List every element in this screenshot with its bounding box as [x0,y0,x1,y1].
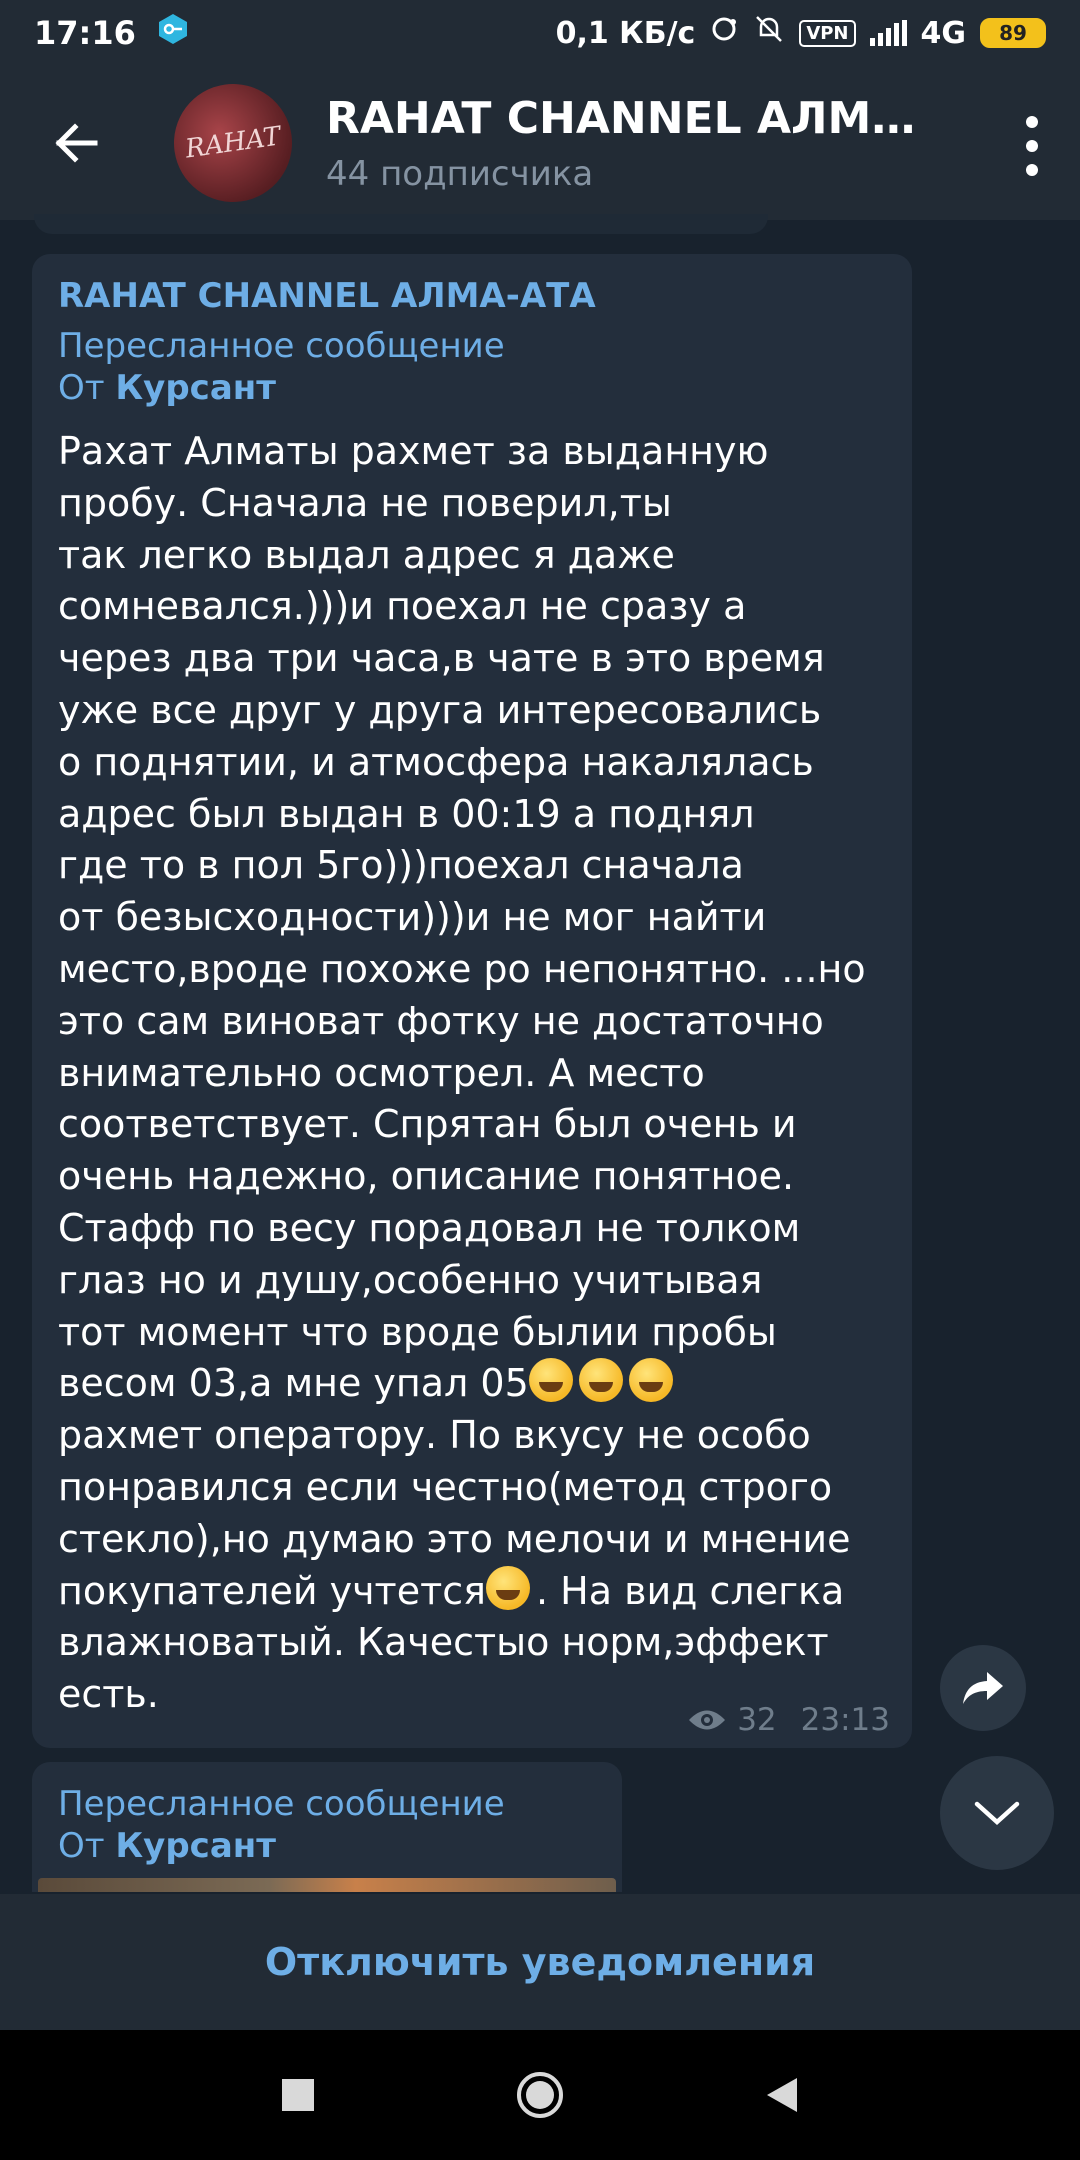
forwarded-label: Пересланное сообщение [58,326,505,366]
grinning-face-icon [578,1358,623,1403]
message-photo[interactable] [38,1878,616,1892]
winking-face-icon [485,1565,530,1610]
chevron-down-icon [974,1801,1020,1826]
channel-avatar[interactable]: RAHAT [166,76,300,210]
message-bubble[interactable]: RAHAT CHANNEL АЛМА-АТА Пересланное сообщ… [32,254,912,1748]
mute-notifications-bar[interactable]: Отключить уведомления [0,1894,1080,2030]
status-bar: 17:16 0,1 КБ/с VPN 4G 89 [0,0,1080,66]
recents-icon[interactable] [281,2078,315,2112]
forwarded-label-2: Пересланное сообщение [58,1784,505,1824]
status-time: 17:16 [34,14,136,52]
view-count: 32 [737,1702,777,1738]
mute-icon [753,13,785,53]
mute-notifications-button[interactable]: Отключить уведомления [265,1940,815,1984]
network-type: 4G [920,15,967,51]
header-info[interactable]: RAHAT CHANNEL АЛМА-... 44 подписчика [326,93,946,194]
share-icon [963,1672,1003,1704]
message-time: 23:13 [800,1702,890,1738]
arrow-left-icon [55,123,98,163]
grinning-face-icon [628,1358,673,1403]
more-menu-button[interactable] [1022,116,1042,176]
system-nav-bar [0,2030,1080,2160]
channel-title: RAHAT CHANNEL АЛМА-... [326,92,946,144]
share-button[interactable] [940,1645,1026,1731]
eye-icon [689,1710,726,1730]
vpn-badge: VPN [799,19,856,47]
message-text: Рахат Алматы рахмет за выданную пробу. С… [58,429,866,1717]
forwarded-from-name-2: Курсант [115,1826,276,1866]
vpn-key-icon [156,12,190,54]
forwarded-from-2[interactable]: От Курсант [58,1826,596,1866]
message-meta: 32 23:13 [687,1702,890,1738]
net-speed: 0,1 КБ/с [555,15,696,51]
back-nav-icon[interactable] [765,2076,799,2114]
sync-icon [709,14,739,52]
battery-icon: 89 [980,18,1046,48]
home-icon[interactable] [515,2070,565,2120]
grinning-face-icon [528,1358,573,1403]
message-channel-name[interactable]: RAHAT CHANNEL АЛМА-АТА [58,276,886,316]
subscriber-count: 44 подписчика [326,153,594,194]
forwarded-from-name: Курсант [115,368,276,408]
back-button[interactable] [26,93,126,193]
forwarded-from[interactable]: От Курсант [58,368,886,408]
previous-message-bubble [34,214,768,234]
scroll-down-button[interactable] [940,1756,1054,1870]
chat-header: RAHAT RAHAT CHANNEL АЛМА-... 44 подписчи… [0,66,1080,220]
signal-icon [869,20,907,46]
message-bubble-2[interactable]: Пересланное сообщение От Курсант [32,1762,622,1892]
